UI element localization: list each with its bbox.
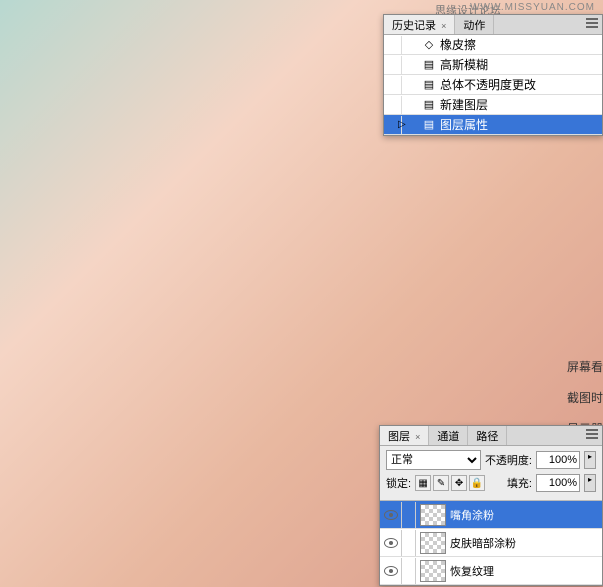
- history-pointer-icon: ▷: [398, 119, 406, 130]
- layer-item[interactable]: 皮肤暗部涂粉: [380, 529, 602, 557]
- document-icon: ▤: [422, 118, 436, 132]
- hamburger-icon: [586, 18, 598, 28]
- tab-history[interactable]: 历史记录 ×: [384, 15, 455, 34]
- layer-link-area[interactable]: [402, 558, 416, 584]
- close-icon[interactable]: ×: [415, 432, 420, 442]
- document-icon: ▤: [422, 58, 436, 72]
- right-label: 截图时: [567, 389, 603, 406]
- eye-icon: [384, 510, 398, 520]
- layers-list: 嘴角涂粉 皮肤暗部涂粉 恢复纹理: [380, 501, 602, 585]
- layer-thumbnail[interactable]: [420, 504, 446, 526]
- history-list: ◇ 橡皮擦 ▤ 高斯模糊 ▤ 总体不透明度更改 ▤ 新建图层 ▷ ▤ 图层属性: [384, 35, 602, 135]
- history-snapshot-checkbox[interactable]: [384, 56, 402, 74]
- visibility-toggle[interactable]: [380, 558, 402, 584]
- fill-dropdown-icon[interactable]: ▸: [584, 474, 596, 492]
- history-label: 高斯模糊: [440, 56, 488, 73]
- layer-name: 恢复纹理: [450, 563, 494, 579]
- tab-actions[interactable]: 动作: [455, 15, 494, 34]
- tab-label: 动作: [463, 20, 485, 32]
- eye-icon: [384, 538, 398, 548]
- layers-tabs: 图层 × 通道 路径: [380, 426, 602, 446]
- eraser-icon: ◇: [422, 38, 436, 52]
- layer-link-area[interactable]: [402, 502, 416, 528]
- layer-link-area[interactable]: [402, 530, 416, 556]
- close-icon[interactable]: ×: [441, 21, 446, 31]
- tab-label: 通道: [437, 431, 459, 443]
- layer-item[interactable]: 恢复纹理: [380, 557, 602, 585]
- opacity-dropdown-icon[interactable]: ▸: [584, 451, 596, 469]
- fill-input[interactable]: [536, 474, 580, 492]
- visibility-toggle[interactable]: [380, 502, 402, 528]
- eye-icon: [384, 566, 398, 576]
- tab-layers[interactable]: 图层 ×: [380, 426, 429, 445]
- layer-thumbnail[interactable]: [420, 560, 446, 582]
- watermark-en: WWW.MISSYUAN.COM: [470, 2, 595, 13]
- layer-name: 皮肤暗部涂粉: [450, 535, 516, 551]
- layer-thumbnail[interactable]: [420, 532, 446, 554]
- history-tabs: 历史记录 × 动作: [384, 15, 602, 35]
- history-item[interactable]: ◇ 橡皮擦: [384, 35, 602, 55]
- opacity-label: 不透明度:: [485, 452, 532, 468]
- lock-pixels-icon[interactable]: ✎: [433, 475, 449, 491]
- tab-label: 路径: [476, 431, 498, 443]
- history-label: 总体不透明度更改: [440, 76, 536, 93]
- lock-icons: ▦ ✎ ✥ 🔒: [415, 475, 485, 491]
- tab-channels[interactable]: 通道: [429, 426, 468, 445]
- history-label: 新建图层: [440, 96, 488, 113]
- hamburger-icon: [586, 429, 598, 439]
- history-panel: 历史记录 × 动作 ◇ 橡皮擦 ▤ 高斯模糊 ▤ 总体不透明度更改: [383, 14, 603, 136]
- history-item[interactable]: ▤ 总体不透明度更改: [384, 75, 602, 95]
- history-item[interactable]: ▷ ▤ 图层属性: [384, 115, 602, 135]
- lock-transparency-icon[interactable]: ▦: [415, 475, 431, 491]
- history-snapshot-checkbox[interactable]: [384, 76, 402, 94]
- lock-label: 锁定:: [386, 475, 411, 491]
- blend-mode-select[interactable]: 正常: [386, 450, 481, 470]
- opacity-input[interactable]: [536, 451, 580, 469]
- panel-menu-button[interactable]: [582, 15, 602, 34]
- tab-label: 图层: [388, 431, 410, 443]
- document-icon: ▤: [422, 98, 436, 112]
- fill-label: 填充:: [507, 475, 532, 491]
- tab-paths[interactable]: 路径: [468, 426, 507, 445]
- lock-all-icon[interactable]: 🔒: [469, 475, 485, 491]
- document-icon: ▤: [422, 78, 436, 92]
- layer-item[interactable]: 嘴角涂粉: [380, 501, 602, 529]
- history-label: 图层属性: [440, 116, 488, 133]
- lock-position-icon[interactable]: ✥: [451, 475, 467, 491]
- layer-name: 嘴角涂粉: [450, 507, 494, 523]
- right-label: 屏幕看: [567, 358, 603, 375]
- layers-panel: 图层 × 通道 路径 正常 不透明度: ▸ 锁定: ▦ ✎ ✥ �: [379, 425, 603, 586]
- tab-label: 历史记录: [392, 20, 436, 32]
- history-snapshot-checkbox[interactable]: [384, 96, 402, 114]
- layers-controls: 正常 不透明度: ▸ 锁定: ▦ ✎ ✥ 🔒 填充: ▸: [380, 446, 602, 501]
- history-snapshot-checkbox[interactable]: [384, 36, 402, 54]
- history-item[interactable]: ▤ 高斯模糊: [384, 55, 602, 75]
- panel-menu-button[interactable]: [582, 426, 602, 445]
- history-item[interactable]: ▤ 新建图层: [384, 95, 602, 115]
- history-label: 橡皮擦: [440, 36, 476, 53]
- visibility-toggle[interactable]: [380, 530, 402, 556]
